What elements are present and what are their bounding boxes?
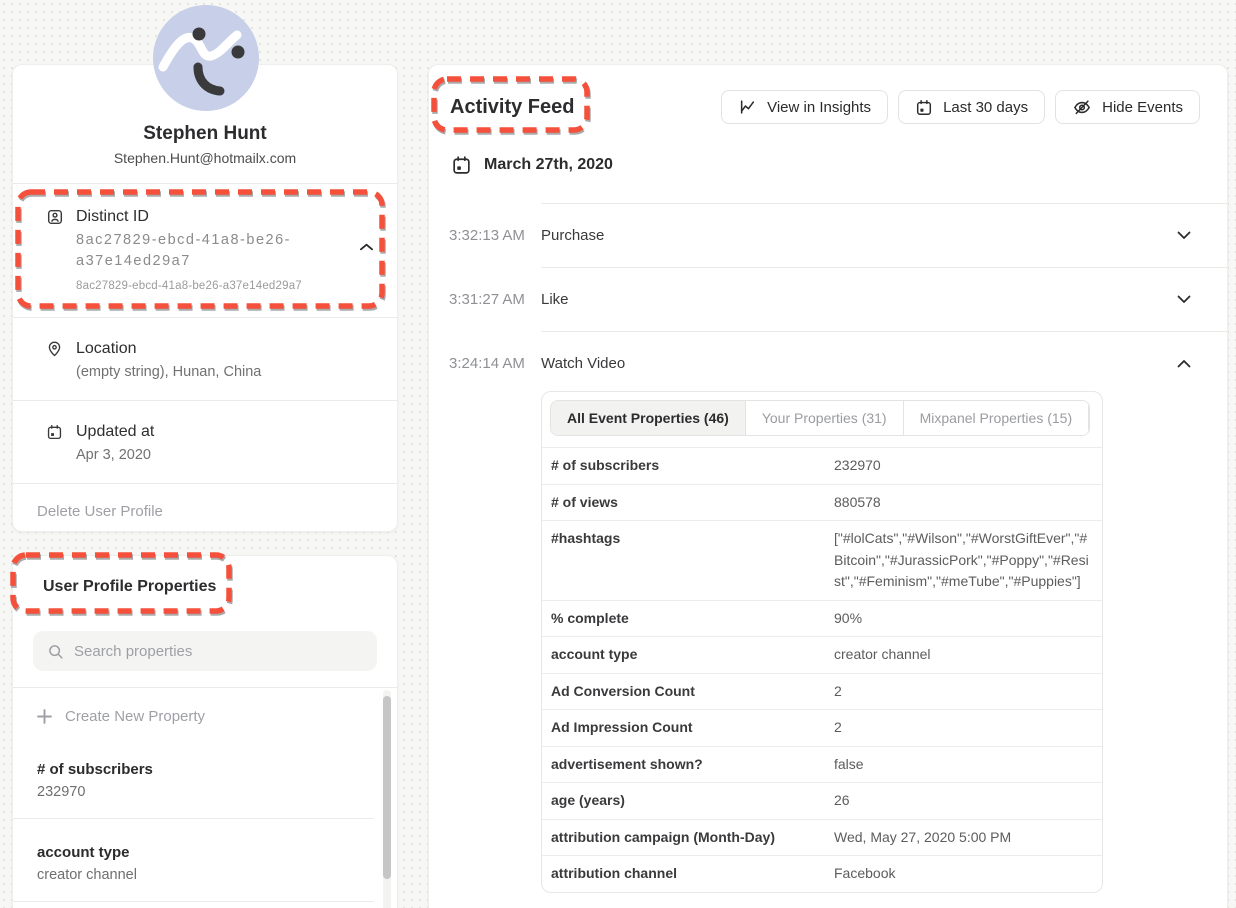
search-properties-box bbox=[33, 631, 377, 671]
event-properties-table: # of subscribers 232970 # of views 88057… bbox=[542, 447, 1102, 892]
activity-feed-title: Activity Feed bbox=[449, 96, 574, 119]
activity-feed-card: Activity Feed View in Insights Last 30 d… bbox=[428, 64, 1228, 908]
event-property-value: 2 bbox=[834, 710, 1102, 746]
search-properties-input[interactable] bbox=[74, 643, 363, 660]
search-icon bbox=[47, 643, 64, 660]
id-badge-icon bbox=[46, 208, 64, 231]
event-property-row: # of views 880578 bbox=[542, 484, 1102, 521]
location-section: Location (empty string), Hunan, China bbox=[13, 317, 397, 400]
date-header-text: March 27th, 2020 bbox=[484, 156, 613, 174]
user-avatar bbox=[153, 5, 259, 111]
event-property-name: # of subscribers bbox=[542, 456, 834, 475]
event-property-name: #hashtags bbox=[542, 521, 834, 548]
create-new-property-button[interactable]: Create New Property bbox=[13, 688, 397, 736]
event-property-name: Ad Conversion Count bbox=[542, 682, 834, 701]
event-time: 3:32:13 AM bbox=[429, 203, 541, 267]
event-row[interactable]: 3:24:14 AM Watch Video bbox=[429, 331, 1227, 395]
event-property-row: age (years) 26 bbox=[542, 782, 1102, 819]
location-value: (empty string), Hunan, China bbox=[76, 362, 377, 383]
event-property-name: advertisement shown? bbox=[542, 755, 834, 774]
event-property-value: false bbox=[834, 747, 1102, 783]
event-time: 3:24:14 AM bbox=[429, 331, 541, 395]
chevron-down-icon[interactable] bbox=[1177, 359, 1191, 368]
event-property-value: 880578 bbox=[834, 485, 1102, 521]
distinct-id-section: Distinct ID 8ac27829-ebcd-41a8-be26- a37… bbox=[13, 183, 397, 317]
event-property-name: # of views bbox=[542, 493, 834, 512]
user-email: Stephen.Hunt@hotmailx.com bbox=[13, 149, 397, 167]
user-profile-properties-title: User Profile Properties bbox=[43, 578, 216, 595]
updated-at-label: Updated at bbox=[76, 421, 377, 443]
date-range-button[interactable]: Last 30 days bbox=[898, 90, 1045, 124]
event-properties-tab[interactable]: Mixpanel Properties (15) bbox=[904, 401, 1090, 435]
calendar-icon bbox=[451, 154, 472, 176]
profile-property-name: account type bbox=[37, 843, 373, 863]
event-property-row: attribution campaign (Month-Day) Wed, Ma… bbox=[542, 819, 1102, 856]
profile-property-value: 232970 bbox=[37, 782, 373, 802]
event-property-row: Ad Impression Count 2 bbox=[542, 709, 1102, 746]
event-time: 3:31:27 AM bbox=[429, 267, 541, 331]
event-property-row: account type creator channel bbox=[542, 636, 1102, 673]
event-property-row: advertisement shown? false bbox=[542, 746, 1102, 783]
chevron-down-icon[interactable] bbox=[1177, 295, 1191, 304]
user-profile-properties-card: User Profile Properties Create New Prope… bbox=[12, 555, 398, 908]
event-property-row: # of subscribers 232970 bbox=[542, 447, 1102, 484]
user-profile-card: Stephen Hunt Stephen.Hunt@hotmailx.com D… bbox=[12, 64, 398, 532]
event-property-row: Ad Conversion Count 2 bbox=[542, 673, 1102, 710]
event-properties-tab[interactable]: All Event Properties (46) bbox=[551, 401, 746, 435]
plus-icon bbox=[37, 709, 52, 724]
event-property-row: % complete 90% bbox=[542, 600, 1102, 637]
user-name: Stephen Hunt bbox=[13, 123, 397, 145]
event-property-name: Ad Impression Count bbox=[542, 718, 834, 737]
event-property-name: age (years) bbox=[542, 791, 834, 810]
updated-at-value: Apr 3, 2020 bbox=[76, 445, 377, 466]
event-property-value: 232970 bbox=[834, 448, 1102, 484]
location-pin-icon bbox=[46, 340, 64, 363]
event-property-value: ["#lolCats","#Wilson","#WorstGiftEver","… bbox=[834, 521, 1102, 600]
event-name: Purchase bbox=[541, 227, 1177, 244]
distinct-id-label: Distinct ID bbox=[76, 206, 375, 228]
properties-scrollbar-track[interactable] bbox=[383, 690, 391, 908]
delete-user-profile-link[interactable]: Delete User Profile bbox=[13, 483, 397, 533]
event-property-value: Wed, May 27, 2020 5:00 PM bbox=[834, 820, 1102, 856]
line-chart-icon bbox=[738, 98, 757, 116]
event-property-name: attribution channel bbox=[542, 864, 834, 883]
event-property-value: creator channel bbox=[834, 637, 1102, 673]
updated-at-section: Updated at Apr 3, 2020 bbox=[13, 400, 397, 483]
event-property-value: Facebook bbox=[834, 856, 1102, 892]
event-property-row: #hashtags ["#lolCats","#Wilson","#WorstG… bbox=[542, 520, 1102, 600]
date-header: March 27th, 2020 bbox=[451, 154, 613, 176]
event-property-value: 2 bbox=[834, 674, 1102, 710]
view-in-insights-button[interactable]: View in Insights bbox=[721, 90, 888, 124]
calendar-icon bbox=[46, 423, 64, 446]
event-name: Like bbox=[541, 291, 1177, 308]
event-property-value: 90% bbox=[834, 601, 1102, 637]
event-property-name: % complete bbox=[542, 609, 834, 628]
event-properties-tabs: All Event Properties (46) Your Propertie… bbox=[550, 400, 1090, 436]
chevron-down-icon[interactable] bbox=[1177, 231, 1191, 240]
profile-property-name: # of subscribers bbox=[37, 760, 373, 780]
event-name: Watch Video bbox=[541, 355, 1177, 372]
distinct-id-value: 8ac27829-ebcd-41a8-be26- a37e14ed29a7 bbox=[76, 230, 375, 272]
event-property-name: attribution campaign (Month-Day) bbox=[542, 828, 834, 847]
profile-property-item[interactable]: account type creator channel bbox=[13, 819, 373, 902]
event-properties-panel: All Event Properties (46) Your Propertie… bbox=[541, 391, 1103, 893]
calendar-icon bbox=[915, 98, 933, 117]
event-property-value: 26 bbox=[834, 783, 1102, 819]
hide-events-button[interactable]: Hide Events bbox=[1055, 90, 1200, 124]
event-property-name: account type bbox=[542, 645, 834, 664]
profile-property-item[interactable]: # of subscribers 232970 bbox=[13, 736, 373, 819]
event-properties-tab[interactable]: Your Properties (31) bbox=[746, 401, 904, 435]
properties-scrollbar-thumb[interactable] bbox=[383, 696, 391, 879]
distinct-id-full: 8ac27829-ebcd-41a8-be26-a37e14ed29a7 bbox=[76, 280, 375, 292]
chevron-up-icon[interactable] bbox=[360, 238, 373, 256]
location-label: Location bbox=[76, 338, 377, 360]
event-row[interactable]: 3:32:13 AM Purchase bbox=[429, 203, 1227, 267]
event-property-row: attribution channel Facebook bbox=[542, 855, 1102, 892]
eye-off-icon bbox=[1072, 98, 1092, 117]
event-row[interactable]: 3:31:27 AM Like bbox=[429, 267, 1227, 331]
profile-property-value: creator channel bbox=[37, 865, 373, 885]
